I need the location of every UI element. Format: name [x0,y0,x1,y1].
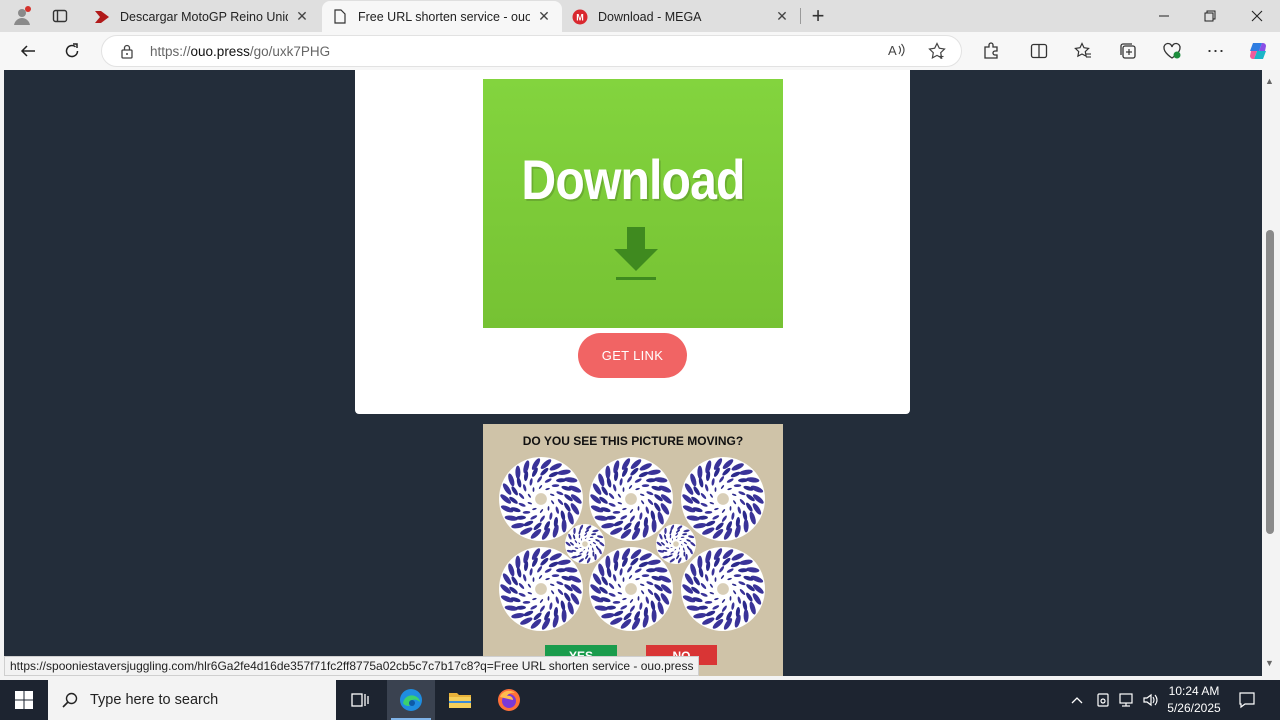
search-placeholder: Type here to search [90,692,219,708]
extensions-icon[interactable] [975,37,1007,65]
tab-ouo-press[interactable]: Free URL shorten service - ouo.press ✕ [322,1,562,32]
split-screen-icon[interactable] [1023,37,1055,65]
download-banner[interactable]: Download [483,79,783,328]
mega-favicon-icon: M [572,9,588,25]
clock-time: 10:24 AM [1168,684,1220,698]
tab-title: Descargar MotoGP Reino Unido [120,9,288,24]
refresh-icon[interactable] [56,37,88,65]
scrollbar-thumb[interactable] [1266,230,1274,534]
svg-text:M: M [576,12,584,22]
volume-icon[interactable] [1142,680,1160,720]
network-icon[interactable] [1118,680,1136,720]
svg-text:A: A [888,43,897,58]
browser-toolbar: https://ouo.press/go/uxk7PHG A ⋯ [0,32,1280,70]
collections-icon[interactable] [1112,37,1144,65]
get-link-button[interactable]: GET LINK [578,333,687,378]
link-status-bar: https://spooniestaversjuggling.com/hlr6G… [4,656,700,676]
download-banner-text: Download [521,148,745,211]
url-domain: ouo.press [190,44,250,59]
page-viewport: Download GET LINK DO YOU SEE THIS PICTUR… [4,70,1262,676]
tab-actions-icon[interactable] [42,2,78,30]
show-hidden-icons-icon[interactable] [1070,680,1084,720]
system-clock[interactable]: 10:24 AM 5/26/2025 [1162,683,1226,717]
illusion-disc [589,547,673,631]
search-icon [62,692,78,708]
taskbar-search-box[interactable]: Type here to search [48,680,336,720]
windows-start-icon[interactable] [0,680,48,720]
page-favicon-icon [332,9,348,25]
url-text[interactable]: https://ouo.press/go/uxk7PHG [150,44,330,59]
favorites-icon[interactable] [1067,37,1099,65]
motogp-favicon-icon [94,9,110,25]
lock-icon[interactable] [120,43,134,64]
browser-essentials-icon[interactable] [1156,37,1188,65]
illusion-disc [565,524,605,564]
url-path: /go/uxk7PHG [249,44,331,59]
profile-avatar-icon[interactable] [4,2,40,30]
tab-motogp[interactable]: Descargar MotoGP Reino Unido ✕ [84,1,320,32]
illusion-image [499,457,765,631]
illusion-disc [681,457,765,541]
address-bar[interactable]: https://ouo.press/go/uxk7PHG A [101,35,962,67]
illusion-disc [499,457,583,541]
file-explorer-icon[interactable] [436,680,484,720]
edge-taskbar-icon[interactable] [387,680,435,720]
tab-title: Free URL shorten service - ouo.press [358,9,530,24]
optical-illusion-ad[interactable]: DO YOU SEE THIS PICTURE MOVING? YES NO [483,424,783,676]
download-arrow-icon [614,227,658,280]
tab-title: Download - MEGA [598,9,702,24]
illusion-disc [656,524,696,564]
illusion-disc [681,547,765,631]
illusion-disc [589,457,673,541]
task-view-icon[interactable] [336,680,384,720]
content-card: Download GET LINK [355,70,910,414]
more-options-icon[interactable]: ⋯ [1200,37,1232,65]
page-scrollbar[interactable]: ▲ ▼ [1262,70,1280,676]
windows-taskbar: Type here to search 10:24 AM 5/26/2025 [0,680,1280,720]
ad-question: DO YOU SEE THIS PICTURE MOVING? [522,434,744,448]
close-window-icon[interactable] [1234,0,1280,32]
url-prefix: https:// [150,44,191,59]
close-tab-icon[interactable]: ✕ [774,8,790,25]
scroll-up-arrow-icon[interactable]: ▲ [1265,76,1274,86]
minimize-icon[interactable] [1141,0,1187,32]
scroll-down-arrow-icon[interactable]: ▼ [1265,658,1274,668]
device-icon[interactable] [1095,680,1111,720]
tab-strip: Descargar MotoGP Reino Unido ✕ Free URL … [0,0,1280,32]
clock-date: 5/26/2025 [1167,701,1221,715]
read-aloud-icon[interactable]: A [888,42,906,61]
firefox-icon[interactable] [485,680,533,720]
favorite-star-icon[interactable] [928,42,946,63]
close-tab-icon[interactable]: ✕ [536,8,552,25]
notification-center-icon[interactable] [1238,680,1256,720]
new-tab-plus-icon[interactable]: + [800,2,836,30]
restore-icon[interactable] [1187,0,1233,32]
tab-mega[interactable]: M Download - MEGA ✕ [562,1,800,32]
illusion-disc [499,547,583,631]
back-arrow-icon[interactable] [12,37,44,65]
copilot-icon[interactable] [1242,37,1274,65]
close-tab-icon[interactable]: ✕ [294,8,310,25]
